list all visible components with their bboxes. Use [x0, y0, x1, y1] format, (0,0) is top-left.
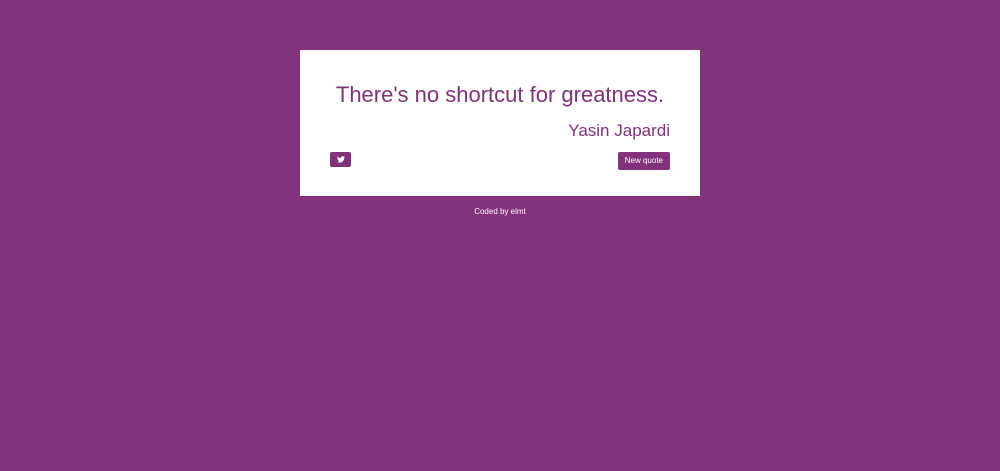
tweet-button[interactable]	[330, 152, 351, 167]
page: There's no shortcut for greatness. Yasin…	[0, 0, 1000, 471]
quote-author: Yasin Japardi	[568, 121, 670, 140]
new-quote-button[interactable]: New quote	[617, 152, 670, 170]
footer-credit: Coded by elmt	[474, 207, 526, 216]
quote-card: There's no shortcut for greatness. Yasin…	[300, 50, 700, 196]
quote-text: There's no shortcut for greatness.	[335, 82, 665, 107]
twitter-icon	[336, 156, 345, 163]
